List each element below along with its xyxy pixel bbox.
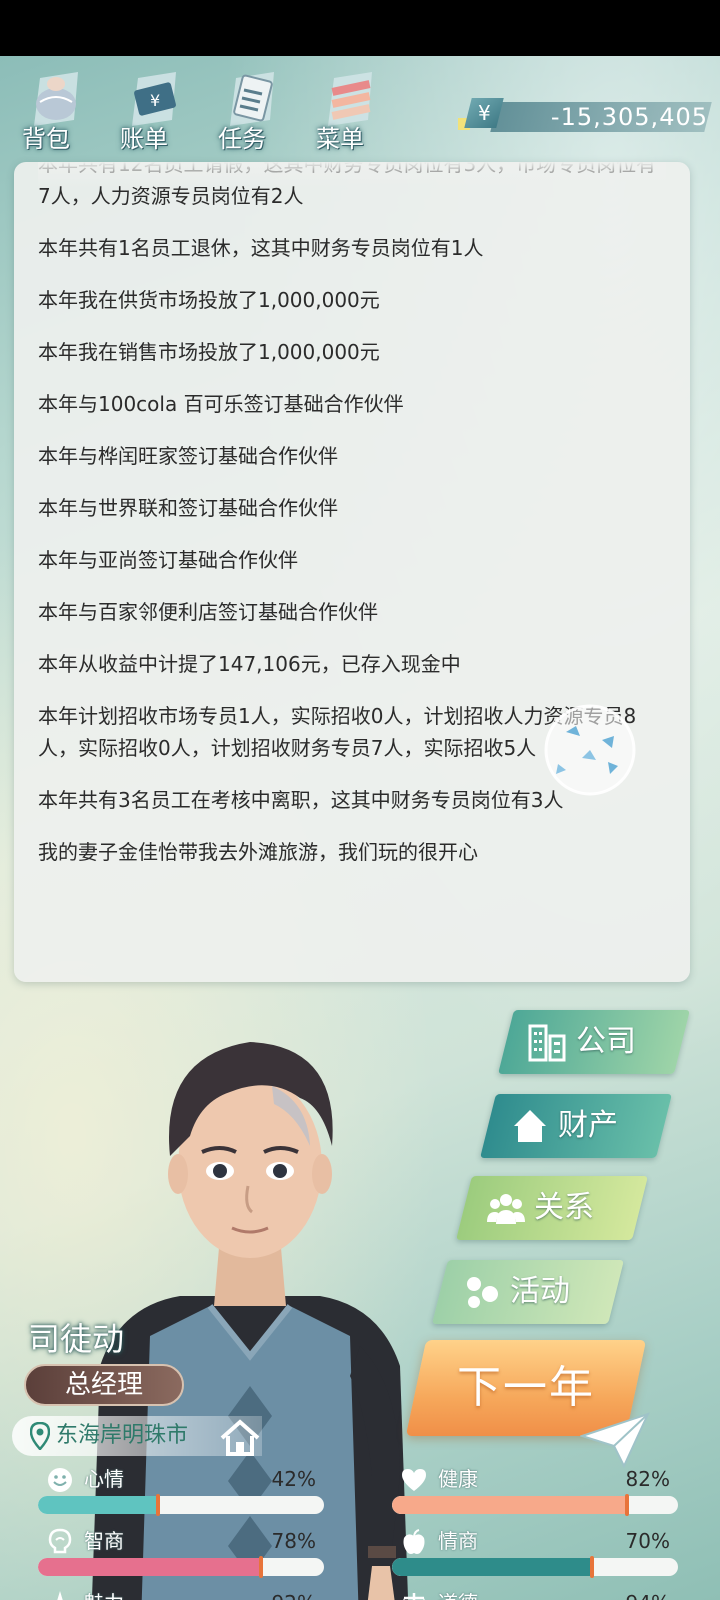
year-event-log[interactable]: 本年共有12名员工请假，这其中财务专员岗位有3人，市场专员岗位有7人，人力资源专… <box>14 162 690 982</box>
bill-button[interactable]: ¥ 账单 <box>116 66 190 156</box>
stat-health: 健康 82% <box>382 1464 678 1518</box>
bag-button[interactable]: 背包 <box>18 66 92 156</box>
log-item: 我的妻子金佳怡带我去外滩旅游，我们玩的很开心 <box>38 840 478 864</box>
status-bar <box>0 0 720 56</box>
company-button[interactable]: 公司 <box>498 1010 690 1074</box>
task-label: 任务 <box>218 125 266 153</box>
location-pin-icon <box>30 1422 50 1450</box>
log-item: 本年与亚尚签订基础合作伙伴 <box>38 548 298 572</box>
company-label: 公司 <box>576 1024 636 1059</box>
bill-label: 账单 <box>120 125 168 153</box>
paper-plane-icon <box>580 1412 650 1468</box>
location-text: 东海岸明珠市 <box>56 1423 189 1448</box>
assets-label: 财产 <box>558 1108 618 1143</box>
relation-label: 关系 <box>534 1190 594 1225</box>
stat-morality: 道德 94% <box>382 1588 678 1600</box>
log-item: 本年我在供货市场投放了1,000,000元 <box>38 288 380 312</box>
log-item: 本年与100cola 百可乐签订基础合作伙伴 <box>38 392 404 416</box>
apple-icon <box>403 1529 425 1554</box>
log-item: 本年从收益中计提了147,106元，已存入现金中 <box>38 652 461 676</box>
activity-dots-icon <box>467 1277 498 1308</box>
task-button[interactable]: 任务 <box>214 66 288 156</box>
heart-icon <box>402 1469 426 1491</box>
stat-iq: 智商 78% <box>28 1526 324 1580</box>
menu-label: 菜单 <box>316 125 364 153</box>
log-item: 本年我在销售市场投放了1,000,000元 <box>38 340 380 364</box>
game-scene: 背包 ¥ 账单 任务 菜单 ¥ -15,305,405 7人，人力资源专员岗位有… <box>0 56 720 1600</box>
log-item: 本年与百家邻便利店签订基础合作伙伴 <box>38 600 378 624</box>
activity-button[interactable]: 活动 <box>432 1260 624 1324</box>
stat-eq: 情商 70% <box>382 1526 678 1580</box>
money-value: -15,305,405 <box>550 103 708 131</box>
activity-label: 活动 <box>510 1274 570 1309</box>
log-item: 本年与桦闰旺家签订基础合作伙伴 <box>38 444 338 468</box>
top-menu: 背包 ¥ 账单 任务 菜单 <box>18 66 386 156</box>
people-group-icon <box>487 1194 525 1224</box>
brain-bulb-icon <box>48 1528 72 1554</box>
smile-icon <box>48 1468 72 1492</box>
character-title-badge: 总经理 <box>24 1364 184 1406</box>
character-location: 东海岸明珠市 <box>12 1416 262 1456</box>
stat-charm: 魅力 92% <box>28 1588 324 1600</box>
house-icon <box>514 1110 546 1142</box>
scales-icon <box>403 1593 425 1600</box>
stat-mood: 心情 42% <box>28 1464 324 1518</box>
building-icon <box>528 1024 566 1062</box>
bag-label: 背包 <box>22 125 70 153</box>
money-display: ¥ -15,305,405 <box>458 98 712 134</box>
home-icon[interactable] <box>218 1418 262 1458</box>
relation-button[interactable]: 关系 <box>456 1176 648 1240</box>
character-name: 司徒动 <box>28 1320 125 1358</box>
log-item: 本年共有1名员工退休，这其中财务专员岗位有1人 <box>38 236 484 260</box>
character-stats: 心情 42% 健康 82% 智商 78% 情商 70% <box>28 1464 694 1600</box>
floating-butterfly-bubble-icon[interactable] <box>542 702 638 798</box>
assets-button[interactable]: 财产 <box>480 1094 672 1158</box>
sparkle-icon <box>57 1591 63 1600</box>
svg-text:¥: ¥ <box>150 91 160 110</box>
log-item: 本年与世界联和签订基础合作伙伴 <box>38 496 338 520</box>
main-menu-button[interactable]: 菜单 <box>312 66 386 156</box>
